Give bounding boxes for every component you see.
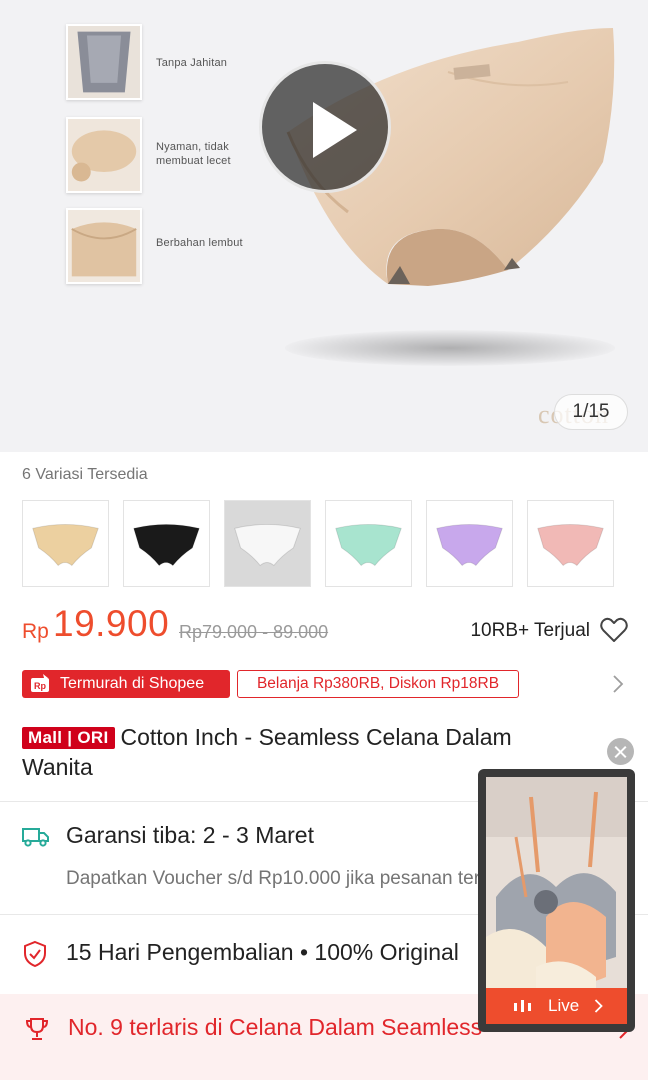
mall-ori-badge: Mall | ORI [22, 727, 115, 749]
variant-image [133, 524, 200, 567]
variant-image [32, 524, 99, 567]
play-icon [313, 102, 357, 158]
variant-swatch-list [22, 500, 622, 588]
variant-swatch[interactable] [22, 500, 109, 587]
variant-image [436, 524, 503, 567]
delivery-voucher-note: Dapatkan Voucher s/d Rp10.000 jika pesan… [66, 868, 543, 889]
variant-image [335, 524, 402, 567]
live-stream-preview [486, 777, 627, 1024]
svg-text:Rp: Rp [34, 681, 46, 691]
feature-text-2: Nyaman, tidak membuat lecet [156, 141, 231, 167]
trophy-icon [25, 1018, 49, 1040]
lowest-price-badge: Rp Termurah di Shopee [22, 670, 230, 698]
live-label: Live [548, 996, 580, 1015]
voucher-badge: Belanja Rp380RB, Diskon Rp18RB [237, 670, 519, 698]
close-live-button[interactable] [607, 738, 634, 765]
product-shadow [285, 330, 615, 366]
image-counter: 1/15 [554, 394, 628, 430]
promo-badge-row[interactable]: Rp Termurah di Shopee Belanja Rp380RB, D… [22, 670, 628, 700]
price-value: 19.900 [53, 603, 170, 644]
feature-text-1: Tanpa Jahitan [156, 57, 228, 69]
feature-thumb-seamless [66, 24, 142, 100]
variant-image [537, 524, 604, 567]
lowest-price-label: Termurah di Shopee [60, 675, 205, 692]
original-price-range: Rp79.000 - 89.000 [179, 622, 329, 642]
variant-swatch[interactable] [224, 500, 311, 587]
price-row: Rp 19.900 Rp79.000 - 89.000 10RB+ Terjua… [22, 600, 628, 648]
feature-thumb-comfort [66, 117, 142, 193]
sold-count: 10RB+ Terjual [470, 620, 590, 641]
rp-tag-icon: Rp [31, 674, 49, 692]
chevron-right-icon[interactable] [612, 674, 624, 694]
variants-label: 6 Variasi Tersedia [22, 466, 148, 483]
play-video-button[interactable] [259, 61, 391, 193]
delivery-truck-icon [22, 828, 49, 847]
feature-thumb-soft [66, 208, 142, 284]
live-button[interactable]: Live [486, 988, 627, 1024]
shield-check-icon [24, 940, 46, 968]
feature-text-3: Berbahan lembut [156, 237, 243, 249]
live-stream-player[interactable]: Live [478, 769, 635, 1032]
delivery-guarantee-title[interactable]: Garansi tiba: 2 - 3 Maret [66, 822, 314, 849]
live-bars-icon [514, 1000, 531, 1012]
bestseller-text: No. 9 terlaris di Celana Dalam Seamless [68, 1014, 483, 1040]
variant-swatch[interactable] [325, 500, 412, 587]
price-currency: Rp [22, 620, 49, 643]
product-image-gallery[interactable]: Tanpa Jahitan Nyaman, tidak membuat lece… [0, 0, 648, 452]
variant-swatch[interactable] [426, 500, 513, 587]
variant-swatch[interactable] [123, 500, 210, 587]
variant-image [234, 524, 301, 567]
return-policy-text[interactable]: 15 Hari Pengembalian • 100% Original [66, 939, 459, 966]
heart-icon[interactable] [600, 617, 628, 643]
chevron-right-icon [594, 999, 603, 1013]
variant-swatch[interactable] [527, 500, 614, 587]
